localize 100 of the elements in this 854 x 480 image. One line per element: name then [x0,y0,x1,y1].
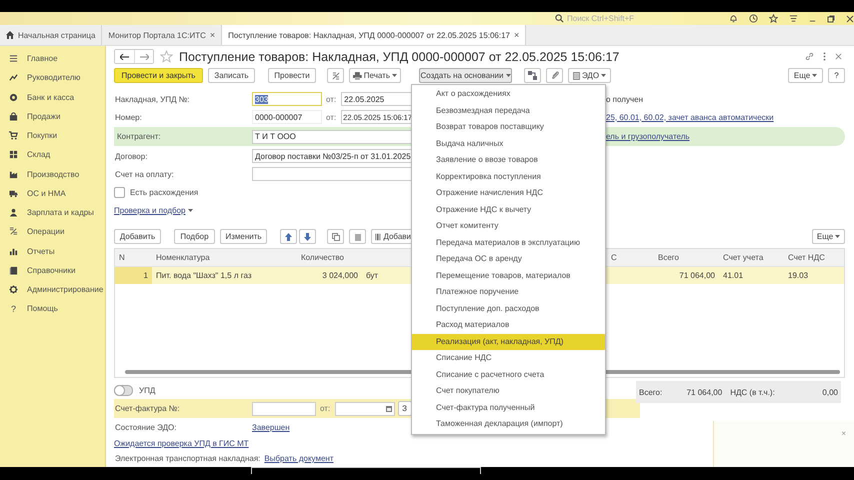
date-field[interactable] [335,402,396,416]
menu-item[interactable]: Перемещение товаров, материалов [412,268,605,284]
sidebar-item[interactable]: ? Помощь [0,299,105,318]
column-header: Счет НДС [787,253,826,262]
structure-icon [528,71,537,80]
person-icon [9,208,18,218]
sidebar-item[interactable]: Склад [0,145,105,164]
paste-button[interactable] [349,229,366,244]
menu-item[interactable]: Списание с расчетного счета [412,366,605,383]
coin-icon [9,92,18,102]
toggle-switch[interactable] [114,384,133,396]
menu-item[interactable]: Таможенная декларация (импорт) [412,416,605,432]
tab[interactable]: Поступление товаров: Накладная, УПД 0000-000007 от 22.05.2025 15:06:17 × [222,25,526,45]
menu-item[interactable]: Счет покупателю [412,383,605,400]
book-icon [9,266,18,275]
move-up-button[interactable] [280,229,297,244]
grid-icon [9,150,18,160]
close-icon[interactable] [846,14,854,22]
operations-icon [9,227,18,236]
search-field[interactable]: Поиск Ctrl+Shift+F [567,14,707,23]
sidebar-item[interactable]: Продажи [0,106,105,126]
table-cell-text: 19.03 [787,270,810,282]
status-text: о получен [606,94,643,104]
add-button[interactable]: Добавить [114,229,161,244]
table-cell-text: 71 064,00 [678,270,716,282]
sidebar-item[interactable]: Руководителю [0,68,105,88]
menu-item[interactable]: Платежное поручение [412,284,605,300]
field-label: от: [326,112,336,122]
star-icon[interactable] [160,50,173,63]
button[interactable]: З [398,401,412,416]
history-icon[interactable] [749,14,758,23]
sidebar-item[interactable]: Администрирование [0,280,105,300]
more-icon[interactable] [823,52,826,61]
menu-item[interactable]: Корректировка поступления [412,168,605,185]
edo-state-link[interactable]: Завершен [252,422,290,432]
menu-item[interactable]: Реализация (акт, накладная, УПД) [412,334,605,350]
menu-icon[interactable] [789,14,798,23]
number-field[interactable]: 0000-000007 [252,110,322,124]
sidebar-item[interactable]: Отчеты [0,242,105,261]
more-button[interactable]: Еще [812,229,845,244]
menu-item[interactable]: Счет-фактура полученный [412,400,605,416]
menu-item[interactable]: Отражение НДС к вычету [412,202,605,218]
paperclip-icon [550,71,558,80]
select-document-link[interactable]: Выбрать документ [264,454,334,463]
menu-item[interactable]: Отражение начисления НДС [412,185,605,202]
invoice-number-field[interactable]: 303 [252,92,322,106]
total-value: 71 064,00 [686,388,722,396]
caret-icon [392,74,397,77]
menu-item[interactable]: Поступление доп. расходов [412,300,605,317]
edit-button[interactable]: Изменить [220,229,267,244]
vat-label: НДС (в т.ч.): [730,388,775,396]
menu-item[interactable]: Передача ОС в аренду [412,251,605,268]
sidebar-item[interactable]: Банк и касса [0,88,105,107]
check-and-pick-link[interactable]: Проверка и подбор [114,206,186,214]
move-down-button[interactable] [299,229,316,244]
sidebar-item[interactable]: Производство [0,164,105,184]
table-cell-text: 3 024,000 [321,270,359,282]
sidebar-item[interactable]: Зарплата и кадры [0,203,105,222]
accounts-link[interactable]: 25, 60.01, 60.02, зачет аванса автоматически [606,112,774,122]
up-arrow-icon [285,232,292,240]
create-based-on-button[interactable]: Создать на основании [419,68,512,83]
sidebar-item[interactable]: ОС и НМА [0,184,105,203]
structure-button[interactable] [524,68,541,83]
print-button[interactable]: Печать [349,68,401,83]
save-button[interactable]: Записать [208,68,255,83]
star-icon[interactable] [769,14,778,23]
tab-close-icon[interactable]: × [514,30,520,40]
column-header: Счет учета [722,253,764,262]
attach-button[interactable] [546,68,563,83]
checkbox[interactable] [114,186,125,198]
sidebar-item[interactable]: Покупки [0,126,105,146]
more-button[interactable]: Еще [788,68,823,83]
vat-value: 0,00 [821,388,838,396]
post-and-close-button[interactable]: Провести и закрыть [114,68,203,83]
caret-icon [506,74,510,77]
bell-icon[interactable] [729,14,738,23]
gis-check-link[interactable]: Ожидается проверка УПД в ГИС МТ [114,439,249,448]
sidebar-item[interactable]: Справочники [0,260,105,280]
menu-item[interactable]: Отчет комитенту [412,218,605,234]
field-label: Накладная, УПД №: [114,94,191,104]
trend-icon [9,73,18,82]
shipper-link[interactable]: ель и грузополучатель [606,132,690,141]
help-button[interactable]: ? [828,68,845,83]
link-icon[interactable] [805,52,814,61]
menu-item[interactable]: Передача материалов в эксплуатацию [412,234,605,251]
copy-button[interactable] [327,229,344,244]
tab-close-icon[interactable]: × [210,30,216,40]
tab[interactable]: Начальная страница [0,25,102,45]
pick-button[interactable]: Подбор [174,229,215,244]
sidebar-item[interactable]: Главное [0,49,105,68]
restore-icon[interactable] [827,14,835,22]
menu-item[interactable]: Списание НДС [412,350,605,366]
post-button[interactable]: Провести [268,68,316,83]
invoice-field[interactable] [252,402,316,416]
menu-item[interactable]: Расход материалов [412,317,605,334]
sidebar-item[interactable]: Операции [0,222,105,242]
journal-button[interactable] [327,68,344,83]
close-icon[interactable] [835,53,842,60]
edo-button[interactable]: ЭДО [568,68,611,83]
checkbox-label: Есть расхождения [130,188,198,196]
